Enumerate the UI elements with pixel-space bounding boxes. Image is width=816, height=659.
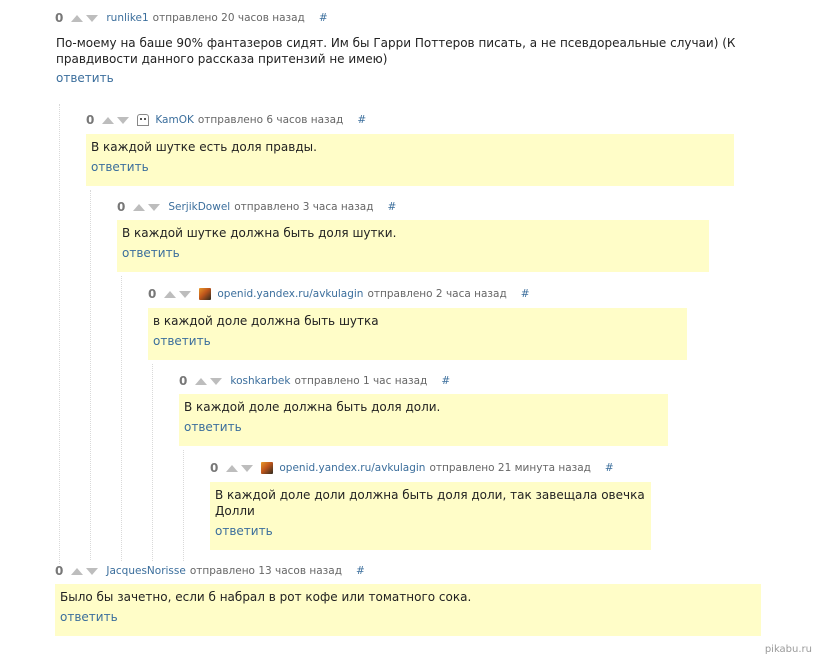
comment-score: 0 xyxy=(179,374,188,388)
comment-body: В каждой шутке должна быть доля шутки. о… xyxy=(117,220,709,272)
reply-link[interactable]: ответить xyxy=(184,419,242,435)
comment-time: отправлено 13 часов назад xyxy=(189,565,342,577)
comment-meta: 0 SerjikDowel отправлено 3 часа назад # xyxy=(117,199,396,215)
reply-link[interactable]: ответить xyxy=(153,333,211,349)
comment-time: отправлено 20 часов назад xyxy=(152,12,305,24)
comment-author[interactable]: JacquesNorisse xyxy=(106,565,185,577)
comment-permalink[interactable]: # xyxy=(521,288,530,300)
comment-time: отправлено 6 часов назад xyxy=(197,114,344,126)
comment-text: По-моему на баше 90% фантазеров сидят. И… xyxy=(56,36,736,66)
comment-time: отправлено 2 часа назад xyxy=(367,288,507,300)
vote-down-icon[interactable] xyxy=(241,464,254,472)
comment-body: По-моему на баше 90% фантазеров сидят. И… xyxy=(55,30,745,91)
comment-text: В каждой шутке есть доля правды. xyxy=(91,140,317,154)
comment-permalink[interactable]: # xyxy=(356,565,365,577)
comment-score: 0 xyxy=(148,287,157,301)
vote-down-icon[interactable] xyxy=(86,567,99,575)
comment-permalink[interactable]: # xyxy=(357,114,366,126)
user-avatar-icon xyxy=(261,462,274,474)
reply-link[interactable]: ответить xyxy=(60,609,118,625)
comment-author[interactable]: openid.yandex.ru/avkulagin xyxy=(217,288,363,300)
comment-time: отправлено 1 час назад xyxy=(294,375,428,387)
comment-time: отправлено 21 минута назад xyxy=(429,462,591,474)
comment-meta: 0 JacquesNorisse отправлено 13 часов наз… xyxy=(55,563,365,579)
comment-meta: 0 openid.yandex.ru/avkulagin отправлено … xyxy=(210,460,614,476)
comment-permalink[interactable]: # xyxy=(605,462,614,474)
comment-meta: 0 runlike1 отправлено 20 часов назад # xyxy=(55,10,328,26)
comment-meta: 0 openid.yandex.ru/avkulagin отправлено … xyxy=(148,286,530,302)
comment-text: в каждой доле должна быть шутка xyxy=(153,314,379,328)
vote-up-icon[interactable] xyxy=(195,377,208,385)
vote-up-icon[interactable] xyxy=(133,203,146,211)
comment-author[interactable]: KamOK xyxy=(155,114,194,126)
thread-guide xyxy=(59,104,61,564)
comment-body: Было бы зачетно, если б набрал в рот коф… xyxy=(55,584,761,636)
vote-up-icon[interactable] xyxy=(102,116,115,124)
reply-link[interactable]: ответить xyxy=(91,159,149,175)
thread-guide xyxy=(183,450,185,561)
comment-time: отправлено 3 часа назад xyxy=(234,201,374,213)
vote-up-icon[interactable] xyxy=(71,567,84,575)
comment-score: 0 xyxy=(86,113,95,127)
comment-body: В каждой доле доли должна быть доля доли… xyxy=(210,482,651,550)
comment-permalink[interactable]: # xyxy=(387,201,396,213)
ghost-avatar-icon xyxy=(137,114,150,126)
vote-down-icon[interactable] xyxy=(179,290,192,298)
comment-score: 0 xyxy=(117,200,126,214)
vote-down-icon[interactable] xyxy=(86,14,99,22)
comment-score: 0 xyxy=(55,564,64,578)
comment-permalink[interactable]: # xyxy=(319,12,328,24)
reply-link[interactable]: ответить xyxy=(122,245,180,261)
comment-score: 0 xyxy=(55,11,64,25)
comment-body: В каждой доле должна быть доля доли. отв… xyxy=(179,394,668,446)
vote-down-icon[interactable] xyxy=(117,116,130,124)
comment-body: В каждой шутке есть доля правды. ответит… xyxy=(86,134,734,186)
comment-permalink[interactable]: # xyxy=(441,375,450,387)
comment-score: 0 xyxy=(210,461,219,475)
comment-body: в каждой доле должна быть шутка ответить xyxy=(148,308,687,360)
reply-link[interactable]: ответить xyxy=(56,70,114,86)
vote-up-icon[interactable] xyxy=(226,464,239,472)
comment-author[interactable]: SerjikDowel xyxy=(168,201,230,213)
thread-guide xyxy=(90,190,92,560)
vote-down-icon[interactable] xyxy=(148,203,161,211)
thread-guide xyxy=(121,276,123,561)
comment-meta: 0 KamOK отправлено 6 часов назад # xyxy=(86,112,366,128)
vote-up-icon[interactable] xyxy=(164,290,177,298)
site-watermark: pikabu.ru xyxy=(764,644,812,655)
comment-author[interactable]: koshkarbek xyxy=(230,375,290,387)
reply-link[interactable]: ответить xyxy=(215,523,273,539)
thread-guide xyxy=(152,364,154,561)
comment-meta: 0 koshkarbek отправлено 1 час назад # xyxy=(179,373,450,389)
comment-text: В каждой доле доли должна быть доля доли… xyxy=(215,488,645,518)
vote-up-icon[interactable] xyxy=(71,14,84,22)
comment-author[interactable]: runlike1 xyxy=(106,12,148,24)
user-avatar-icon xyxy=(199,288,212,300)
comment-author[interactable]: openid.yandex.ru/avkulagin xyxy=(279,462,425,474)
comment-text: В каждой шутке должна быть доля шутки. xyxy=(122,226,397,240)
comment-text: Было бы зачетно, если б набрал в рот коф… xyxy=(60,590,472,604)
comment-text: В каждой доле должна быть доля доли. xyxy=(184,400,441,414)
vote-down-icon[interactable] xyxy=(210,377,223,385)
